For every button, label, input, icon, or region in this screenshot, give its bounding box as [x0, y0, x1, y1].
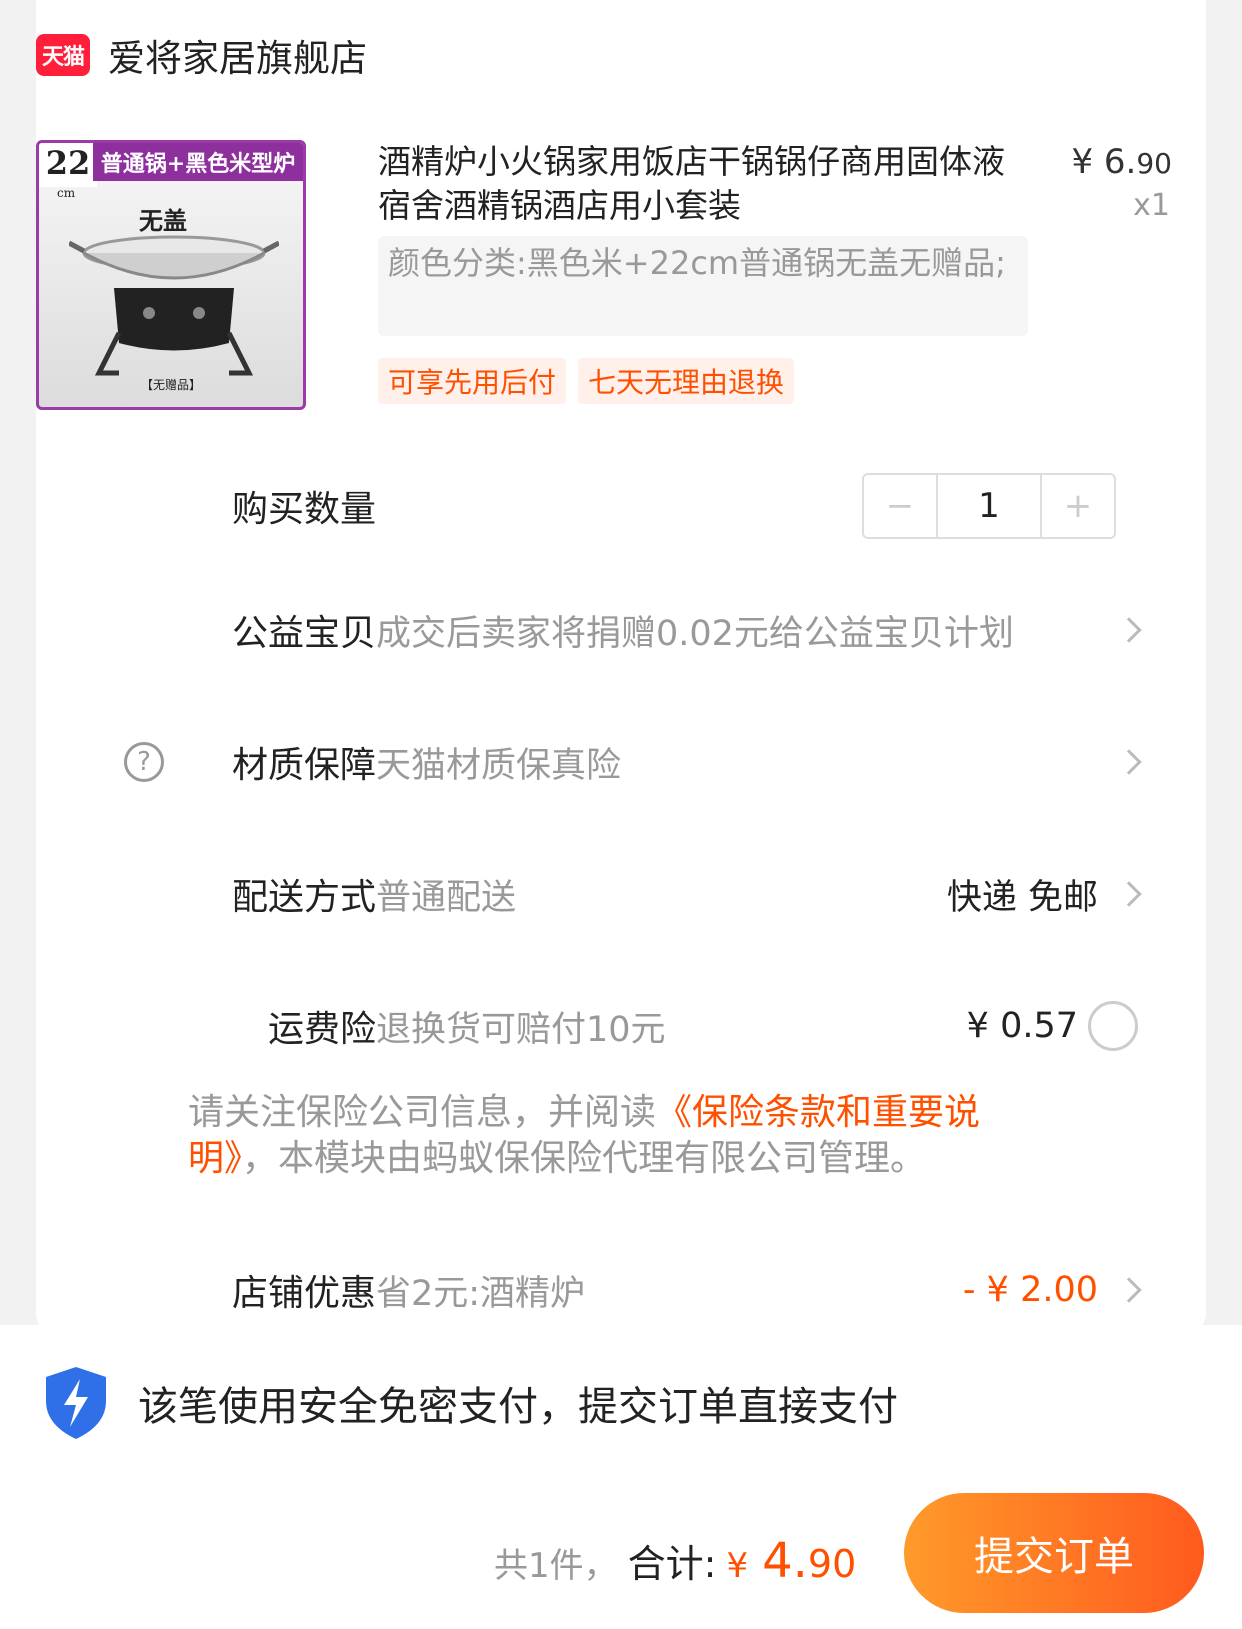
thumb-banner: 普通锅+黑色米型炉 [93, 143, 303, 181]
delivery-row[interactable]: 配送方式 普通配送 快递 免邮 [36, 864, 1206, 924]
help-circle-icon[interactable]: ? [124, 742, 164, 782]
decrement-button[interactable]: − [864, 475, 936, 537]
bottom-bar: 该笔使用安全免密支付，提交订单直接支付 共1件， 合计: ¥ 4. 90 提交订单 [0, 1325, 1242, 1629]
quantity-label: 购买数量 [231, 489, 376, 530]
service-tags: 可享先用后付 七天无理由退换 [378, 358, 795, 404]
thumb-gift: 【无赠品】 [140, 378, 201, 392]
charity-row[interactable]: 公益宝贝 成交后卖家将捐赠0.02元给公益宝贝计划 [36, 600, 1206, 660]
pot-illustration [69, 235, 279, 376]
secure-payment-banner: 该笔使用安全免密支付，提交订单直接支付 [42, 1365, 898, 1441]
thumb-lid-label: 无盖 [139, 206, 187, 235]
submit-order-button[interactable]: 提交订单 [904, 1493, 1204, 1613]
total-currency: ¥ [726, 1546, 749, 1586]
secure-payment-text: 该笔使用安全免密支付，提交订单直接支付 [138, 1384, 898, 1430]
thumb-size: 22 cm [39, 143, 97, 200]
sku-box[interactable]: 颜色分类:黑色米+22cm普通锅无盖无赠品; [378, 236, 1028, 336]
tag-seven-day-return: 七天无理由退换 [578, 358, 795, 404]
shield-lightning-icon [46, 1367, 106, 1439]
shipping-insurance-price: ¥ 0.57 [966, 1006, 1078, 1046]
quantity-row: 购买数量 − 1 + [36, 473, 1206, 539]
chevron-right-icon [1116, 1277, 1142, 1303]
product-title[interactable]: 酒精炉小火锅家用饭店干锅锅仔商用固体液宿舍酒精锅酒店用小套装 [378, 140, 1008, 228]
store-discount-value: 省2元:酒精炉 [376, 1273, 586, 1314]
product-quantity: x1 [1133, 188, 1170, 223]
material-value: 天猫材质保真险 [376, 745, 622, 786]
radio-icon[interactable] [1088, 1001, 1138, 1051]
tmall-logo-icon: 天猫 [36, 34, 90, 76]
shop-header[interactable]: 天猫 爱将家居旗舰店 [36, 30, 367, 80]
total-label: 合计: [627, 1542, 717, 1586]
shipping-insurance-row[interactable]: 运费险 退换货可赔付10元 ¥ 0.57 [36, 996, 1206, 1056]
chevron-right-icon [1116, 881, 1142, 907]
delivery-method: 快递 免邮 [946, 877, 1098, 918]
shipping-insurance-label: 运费险 [267, 1009, 376, 1050]
charity-value: 成交后卖家将捐赠0.02元给公益宝贝计划 [376, 613, 1014, 654]
order-total: 共1件， 合计: ¥ 4. 90 [494, 1533, 856, 1589]
shop-name[interactable]: 爱将家居旗舰店 [108, 28, 367, 82]
store-discount-label: 店铺优惠 [231, 1273, 376, 1314]
material-row[interactable]: ? 材质保障 天猫材质保真险 [36, 732, 1206, 792]
quantity-value[interactable]: 1 [936, 475, 1042, 537]
chevron-right-icon [1116, 749, 1142, 775]
shipping-insurance-value: 退换货可赔付10元 [376, 1009, 666, 1050]
increment-button[interactable]: + [1042, 475, 1114, 537]
tag-pay-later: 可享先用后付 [378, 358, 567, 404]
insurance-notice: 请关注保险公司信息，并阅读《保险条款和重要说明》，本模块由蚂蚁保保险代理有限公司… [188, 1092, 981, 1179]
product-price: ¥ 6.90 [1071, 142, 1172, 182]
delivery-value: 普通配送 [376, 877, 517, 918]
charity-label: 公益宝贝 [231, 613, 376, 654]
total-amount-cents: 90 [807, 1542, 857, 1586]
store-discount-amount: - ¥ 2.00 [962, 1270, 1098, 1310]
delivery-label: 配送方式 [231, 877, 376, 918]
material-label: 材质保障 [231, 745, 376, 786]
store-discount-row[interactable]: 店铺优惠 省2元:酒精炉 - ¥ 2.00 [36, 1260, 1206, 1320]
total-amount: 4. [762, 1533, 808, 1589]
item-count: 共1件， [494, 1546, 618, 1586]
chevron-right-icon [1116, 617, 1142, 643]
quantity-stepper[interactable]: − 1 + [862, 473, 1116, 539]
product-thumbnail[interactable]: 22 cm 普通锅+黑色米型炉 无盖 【无赠品】 [36, 140, 306, 410]
